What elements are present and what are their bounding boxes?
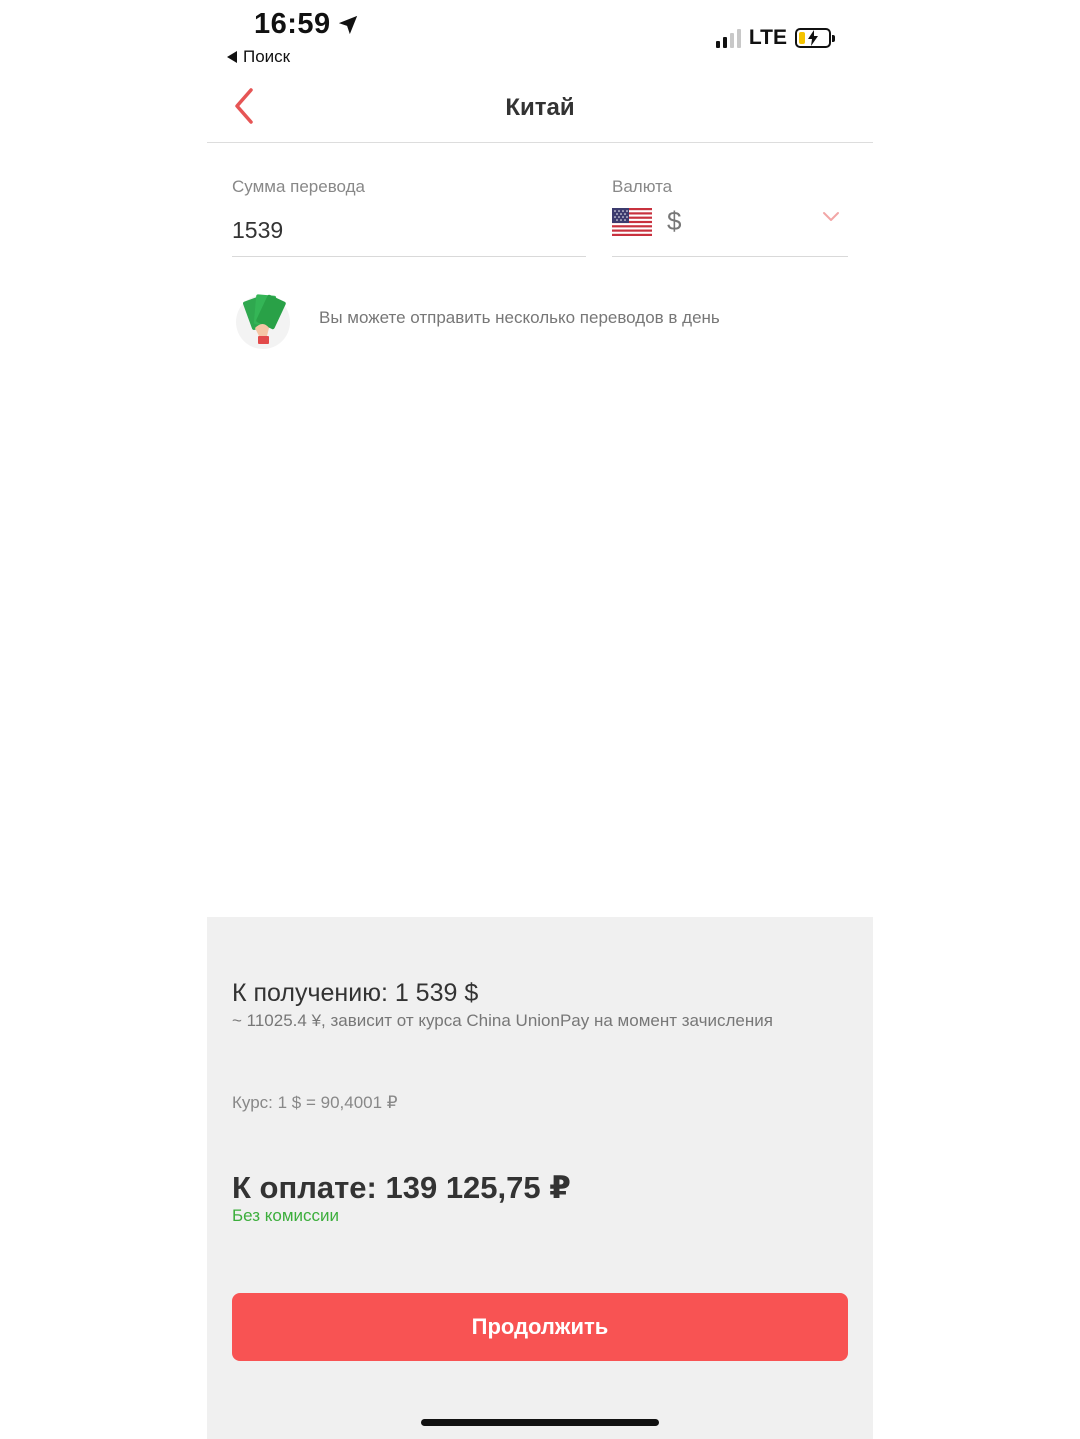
network-type: LTE: [748, 26, 787, 49]
currency-symbol: $: [667, 206, 682, 236]
back-to-app-link[interactable]: Поиск: [227, 47, 290, 67]
page-title: Китай: [505, 94, 575, 121]
money-hand-icon: [236, 294, 290, 349]
signal-icon: [715, 28, 741, 48]
fee-note: Без комиссии: [232, 1206, 340, 1225]
notice-text: Вы можете отправить несколько переводов …: [319, 308, 720, 327]
chevron-down-icon: [823, 212, 839, 221]
currency-select[interactable]: $: [612, 200, 848, 257]
pay-amount: К оплате: 139 125,75 ₽: [232, 1170, 571, 1205]
home-indicator: [421, 1419, 659, 1426]
nav-bar: Китай: [207, 76, 873, 143]
battery-charging-icon: [795, 28, 835, 48]
status-indicators: LTE: [715, 26, 835, 50]
summary-panel: К получению: 1 539 $ ~ 11025.4 ¥, зависи…: [207, 917, 873, 1439]
status-time-text: 16:59: [254, 8, 331, 40]
location-arrow-icon: [338, 15, 357, 34]
amount-input[interactable]: [232, 205, 586, 257]
status-time: 16:59: [254, 8, 359, 41]
back-to-app-label: Поиск: [243, 47, 291, 66]
receive-note: ~ 11025.4 ¥, зависит от курса China Unio…: [232, 1011, 773, 1030]
phone-screen: 16:59 Поиск LTE Китай Сумма перевода Вал…: [207, 0, 873, 1439]
exchange-rate: Курс: 1 $ = 90,4001 ₽: [232, 1093, 398, 1112]
currency-label: Валюта: [612, 177, 673, 196]
receive-amount: К получению: 1 539 $: [232, 979, 479, 1007]
continue-button[interactable]: Продолжить: [232, 1293, 848, 1361]
amount-label: Сумма перевода: [232, 177, 366, 196]
us-flag-icon: [612, 208, 652, 236]
back-triangle-icon: [227, 51, 237, 63]
